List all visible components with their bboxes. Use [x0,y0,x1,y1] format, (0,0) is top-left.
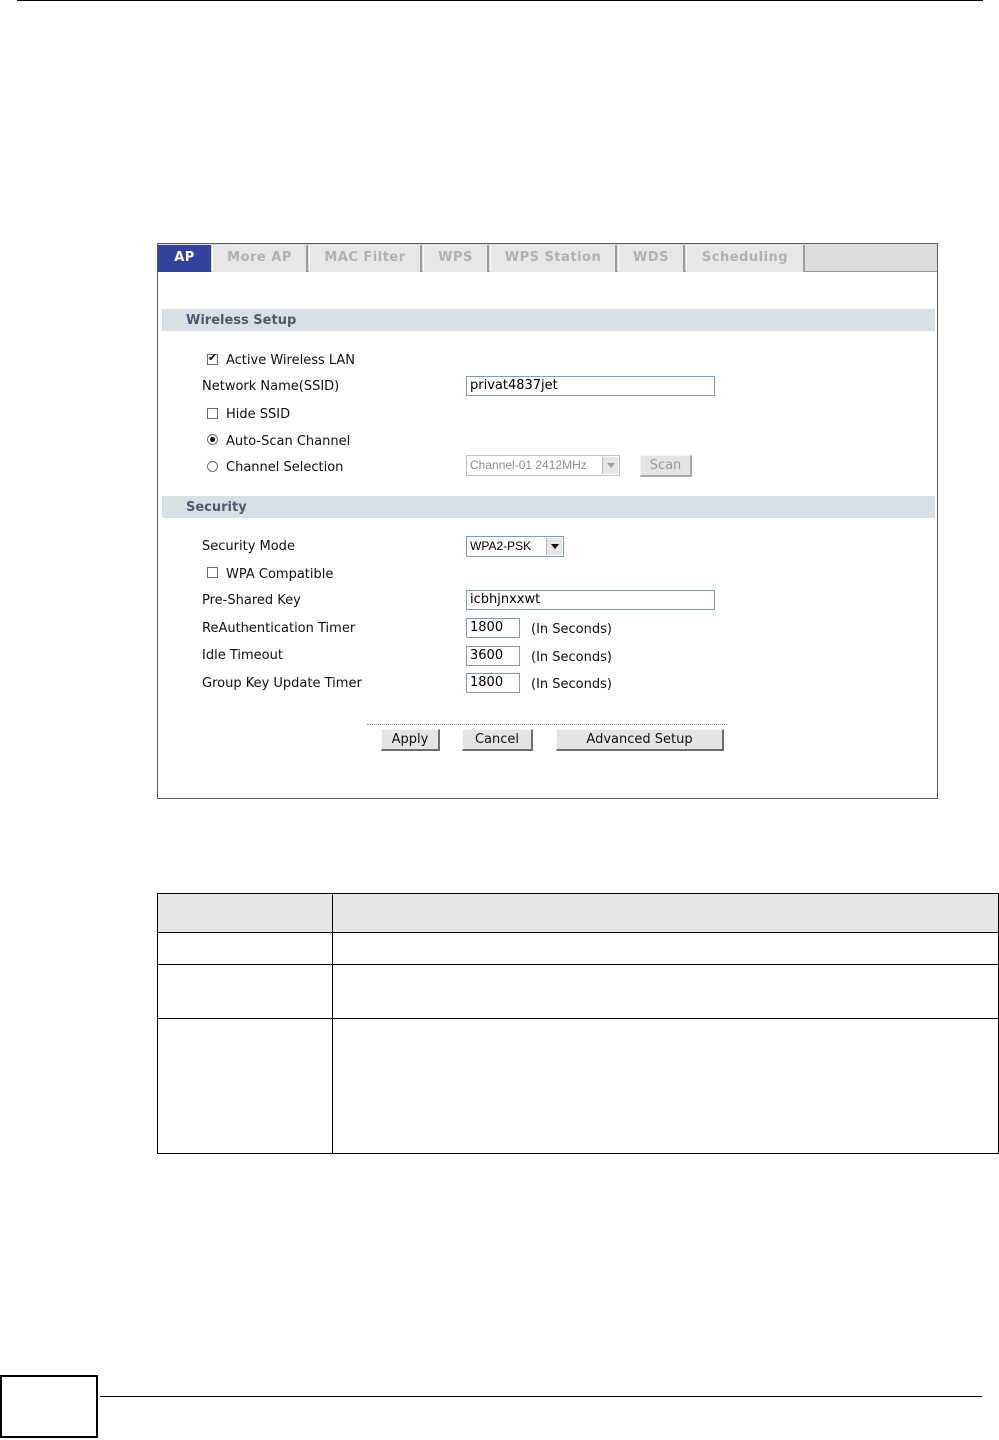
tab-wds[interactable]: WDS [618,245,685,272]
table-cell [332,964,999,1019]
channel-selection-label: Channel Selection [226,460,344,475]
wpa-compatible-label: WPA Compatible [226,567,334,582]
idle-timeout-label: Idle Timeout [202,648,283,663]
table-cell [157,932,333,965]
wpa-compatible-checkbox[interactable] [207,567,218,578]
advanced-setup-button[interactable]: Advanced Setup [556,729,724,751]
channel-selection-radio[interactable] [207,461,218,472]
chevron-down-icon [546,538,562,555]
hide-ssid-checkbox[interactable] [207,408,218,419]
active-wlan-checkbox[interactable]: ✔ [207,351,218,365]
tab-more-ap[interactable]: More AP [212,245,308,272]
security-mode-value: WPA2-PSK [470,539,532,553]
chevron-down-icon [602,457,618,474]
psk-label: Pre-Shared Key [202,593,301,608]
security-mode-select[interactable]: WPA2-PSK [466,536,564,557]
reauth-unit: (In Seconds) [531,622,612,637]
ssid-input[interactable]: privat4837jet [466,376,715,396]
cancel-button[interactable]: Cancel [462,729,533,751]
group-key-unit: (In Seconds) [531,677,612,692]
tab-mac-filter[interactable]: MAC Filter [309,245,422,272]
scan-button[interactable]: Scan [640,455,692,477]
channel-select-value: Channel-01 2412MHz [470,458,587,472]
group-key-label: Group Key Update Timer [202,676,362,691]
tab-scheduling[interactable]: Scheduling [686,245,805,272]
hide-ssid-label: Hide SSID [226,407,291,422]
group-key-input[interactable]: 1800 [466,673,520,693]
table-cell [332,932,999,965]
tab-wps[interactable]: WPS [423,245,489,272]
page-top-rule [17,0,983,1]
auto-scan-label: Auto-Scan Channel [226,434,351,449]
radio-selected-dot [210,437,215,442]
table-row [157,932,999,965]
channel-select[interactable]: Channel-01 2412MHz [466,455,620,476]
security-mode-label: Security Mode [202,539,295,554]
idle-timeout-unit: (In Seconds) [531,650,612,665]
table-row [157,964,999,1019]
checkmark-icon: ✔ [208,351,218,364]
idle-timeout-input[interactable]: 3600 [466,646,520,666]
page-number-box [0,1375,98,1438]
table-header-cell [332,893,999,933]
reauth-label: ReAuthentication Timer [202,621,356,636]
psk-input[interactable]: icbhjnxxwt [466,590,715,610]
tab-ap[interactable]: AP [158,245,211,272]
table-row [157,1018,999,1154]
active-wlan-label: Active Wireless LAN [226,353,356,368]
apply-button[interactable]: Apply [381,729,440,751]
reauth-input[interactable]: 1800 [466,618,520,638]
table-header-row [157,893,999,933]
table-header-cell [157,893,333,933]
security-header: Security [162,496,935,518]
tab-bar: AP More AP MAC Filter WPS WPS Station WD… [158,244,937,272]
table-cell [157,964,333,1019]
wireless-ap-panel: AP More AP MAC Filter WPS WPS Station WD… [157,243,938,799]
auto-scan-radio[interactable] [207,434,218,445]
tab-wps-station[interactable]: WPS Station [490,245,617,272]
table-cell [157,1018,333,1154]
wireless-setup-header: Wireless Setup [162,309,935,331]
table-cell [332,1018,999,1154]
button-separator [367,724,727,725]
footer-rule [100,1396,982,1397]
ssid-label: Network Name(SSID) [202,379,340,394]
description-table [157,893,999,1154]
